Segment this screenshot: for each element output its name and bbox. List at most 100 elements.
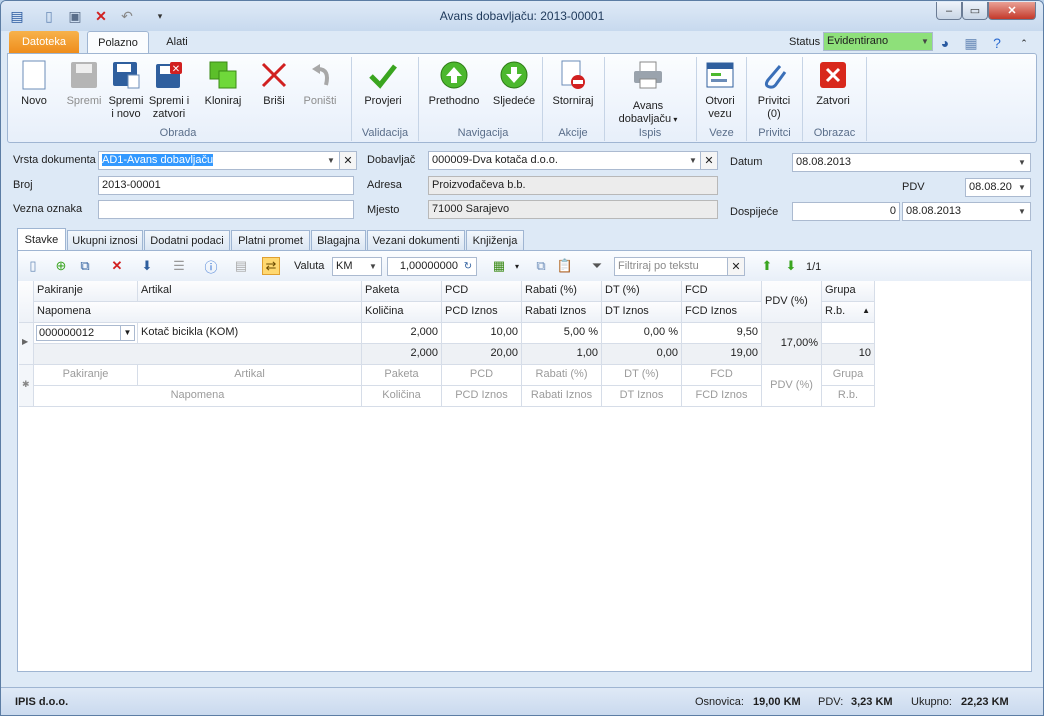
delete-row-icon[interactable]: ✕ (108, 257, 126, 275)
page-up-icon[interactable]: ⬆ (758, 257, 776, 275)
new-row-dt-iznos[interactable]: DT Iznos (602, 386, 682, 407)
table-row-paketa[interactable]: 2,000 (362, 323, 442, 344)
spremi-novo-button[interactable]: Spremi i novo (106, 59, 146, 121)
col-dt-iznos[interactable]: DT Iznos (602, 302, 682, 323)
vrsta-dokumenta-select[interactable]: AD1-Avans dobavljaču ▼ (98, 151, 340, 170)
new-row-pcd[interactable]: PCD (442, 365, 522, 386)
new-row-artikal[interactable]: Artikal (138, 365, 362, 386)
globe-icon[interactable]: ◕ (937, 33, 953, 53)
col-rabati-iznos[interactable]: Rabati Iznos (522, 302, 602, 323)
otvori-vezu-button[interactable]: Otvori vezu (700, 59, 740, 121)
copy-row-icon[interactable]: ⧉ (76, 257, 94, 275)
tab-datoteka[interactable]: Datoteka (9, 31, 79, 53)
export-dropdown-icon[interactable]: ▾ (508, 257, 526, 275)
table-row-rb[interactable]: 10 (822, 344, 875, 365)
table-row-fcd-iznos[interactable]: 19,00 (682, 344, 762, 365)
paste-icon[interactable]: 📋 (556, 257, 574, 275)
col-pcd-iznos[interactable]: PCD Iznos (442, 302, 522, 323)
zatvori-button[interactable]: Zatvori (808, 59, 858, 108)
kloniraj-button[interactable]: Kloniraj (198, 59, 248, 108)
new-row-fcd-iznos[interactable]: FCD Iznos (682, 386, 762, 407)
import-icon[interactable]: ⬇ (138, 257, 156, 275)
col-pdv[interactable]: PDV (%) (762, 281, 822, 323)
tab-ukupni-iznosi[interactable]: Ukupni iznosi (67, 230, 143, 250)
filter-input[interactable]: Filtriraj po tekstu (614, 257, 728, 276)
table-row-pcd[interactable]: 10,00 (442, 323, 522, 344)
table-row-fcd[interactable]: 9,50 (682, 323, 762, 344)
new-row-pakiranje[interactable]: Pakiranje (34, 365, 138, 386)
col-kolicina[interactable]: Količina (362, 302, 442, 323)
chevron-down-icon[interactable]: ▼ (120, 326, 134, 340)
col-artikal[interactable]: Artikal (138, 281, 362, 302)
sljedece-button[interactable]: Sljedeće (486, 59, 542, 108)
clear-dobavljac-button[interactable]: ✕ (700, 151, 718, 170)
tab-dodatni-podaci[interactable]: Dodatni podaci (144, 230, 230, 250)
col-fcd-iznos[interactable]: FCD Iznos (682, 302, 762, 323)
prethodno-button[interactable]: Prethodno (424, 59, 484, 108)
table-row-pakiranje[interactable]: 000000012 ▼ (34, 323, 138, 344)
status-select[interactable]: Evidentirano ▼ (823, 32, 933, 51)
calculator-icon[interactable]: ▦ (963, 33, 979, 53)
col-napomena[interactable]: Napomena (34, 302, 362, 323)
document-icon[interactable]: ▤ (232, 257, 250, 275)
clear-vrsta-button[interactable]: ✕ (339, 151, 357, 170)
table-row-pcd-iznos[interactable]: 20,00 (442, 344, 522, 365)
valuta-select[interactable]: KM ▼ (332, 257, 382, 276)
avans-ispis-button[interactable]: Avans dobavljaču ▾ (608, 59, 688, 126)
dobavljac-select[interactable]: 000009-Dva kotača d.o.o. ▼ (428, 151, 702, 170)
close-button[interactable]: ✕ (988, 2, 1036, 20)
new-row-paketa[interactable]: Paketa (362, 365, 442, 386)
new-row-fcd[interactable]: FCD (682, 365, 762, 386)
col-rabati[interactable]: Rabati (%) (522, 281, 602, 302)
col-paketa[interactable]: Paketa (362, 281, 442, 302)
vezna-oznaka-input[interactable] (98, 200, 354, 219)
tab-knjizenja[interactable]: Knjiženja (466, 230, 524, 250)
new-row-asterisk-icon[interactable]: ✱ (19, 365, 34, 407)
table-row-grupa[interactable] (822, 323, 875, 344)
new-row-rb[interactable]: R.b. (822, 386, 875, 407)
tab-polazno[interactable]: Polazno (87, 31, 149, 53)
excel-export-icon[interactable]: ▦ (490, 257, 508, 275)
table-row-artikal[interactable]: Kotač bicikla (KOM) (138, 323, 362, 344)
new-row-rabati-iznos[interactable]: Rabati Iznos (522, 386, 602, 407)
new-row-dt[interactable]: DT (%) (602, 365, 682, 386)
privitci-button[interactable]: Privitci (0) (752, 59, 796, 121)
col-rb[interactable]: R.b. ▲ (822, 302, 875, 323)
stack-icon[interactable]: ☰ (170, 257, 188, 275)
tab-stavke[interactable]: Stavke (17, 228, 66, 251)
new-row-pcd-iznos[interactable]: PCD Iznos (442, 386, 522, 407)
tab-blagajna[interactable]: Blagajna (311, 230, 366, 250)
provjeri-button[interactable]: Provjeri (358, 59, 408, 108)
col-fcd[interactable]: FCD (682, 281, 762, 302)
minimize-button[interactable]: – (936, 2, 962, 20)
new-row-napomena[interactable]: Napomena (34, 386, 362, 407)
ponisti-button[interactable]: Poništi (300, 59, 340, 108)
table-row-rabati-iznos[interactable]: 1,00 (522, 344, 602, 365)
maximize-button[interactable]: ▭ (962, 2, 988, 20)
refresh-icon[interactable]: ↻ (461, 259, 475, 274)
layout-toggle-icon[interactable]: ⇄ (262, 257, 280, 275)
col-pcd[interactable]: PCD (442, 281, 522, 302)
tab-vezani-dokumenti[interactable]: Vezani dokumenti (367, 230, 465, 250)
storniraj-button[interactable]: Storniraj (546, 59, 600, 108)
spremi-button[interactable]: Spremi (62, 59, 106, 108)
col-grupa[interactable]: Grupa (822, 281, 875, 302)
table-row-dt[interactable]: 0,00 % (602, 323, 682, 344)
tecaj-input[interactable]: 1,00000000 ↻ (387, 257, 477, 276)
tab-alati[interactable]: Alati (157, 31, 197, 53)
col-dt[interactable]: DT (%) (602, 281, 682, 302)
pdv-date-picker[interactable]: 08.08.20 ▼ (965, 178, 1031, 197)
row-selector-icon[interactable]: ▶ (19, 323, 34, 365)
add-row-icon[interactable]: ⊕ (52, 257, 70, 275)
table-row-dt-iznos[interactable]: 0,00 (602, 344, 682, 365)
new-row-icon[interactable]: ▯ (24, 257, 42, 275)
new-row-kolicina[interactable]: Količina (362, 386, 442, 407)
dospijece-days-input[interactable]: 0 (792, 202, 900, 221)
brisi-button[interactable]: Briši (254, 59, 294, 108)
table-row-napomena[interactable] (34, 344, 362, 365)
dospijece-date-picker[interactable]: 08.08.2013 ▼ (902, 202, 1031, 221)
clear-filter-button[interactable]: ✕ (727, 257, 745, 276)
new-row-rabati[interactable]: Rabati (%) (522, 365, 602, 386)
help-icon[interactable]: ? (989, 33, 1005, 53)
datum-picker[interactable]: 08.08.2013 ▼ (792, 153, 1031, 172)
